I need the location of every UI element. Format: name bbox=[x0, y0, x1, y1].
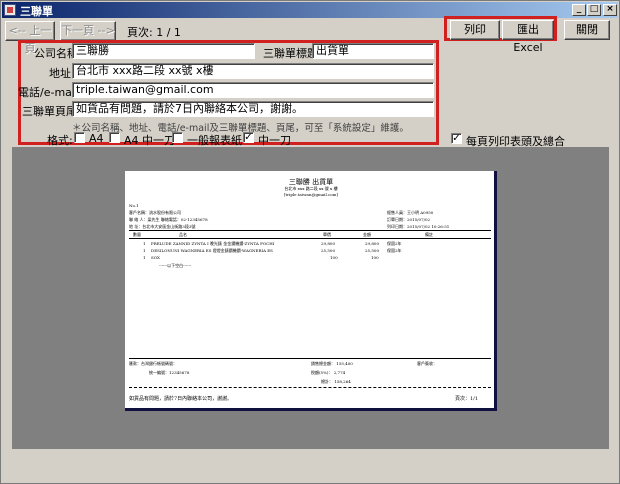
report-footer: 如貨品有問題，請於7日內聯絡本公司，謝謝。 bbox=[129, 396, 233, 402]
report-order-date: 訂單日期：2015/07/02 bbox=[387, 217, 431, 222]
table-row: 1 bbox=[143, 241, 146, 246]
company-name-field[interactable]: 三聯勝 bbox=[72, 43, 255, 59]
table-row: 1 bbox=[143, 255, 146, 260]
print-button[interactable]: 列印 bbox=[450, 20, 500, 40]
table-row: 100 bbox=[330, 255, 338, 260]
table-row: 100 bbox=[371, 255, 379, 260]
table-row: PRELUDE ZANNID ZYNTA I 晚光錶 金金鑽機鑽-ZYNTA F… bbox=[151, 241, 275, 246]
report-total: 總計： 158,264 bbox=[321, 379, 351, 384]
format-half-checkbox[interactable]: ✓ bbox=[243, 132, 254, 143]
report-tax: 稅額(5%)： 2,774 bbox=[311, 370, 346, 375]
next-page-button[interactable]: 下一頁 --> bbox=[60, 21, 116, 41]
minimize-icon[interactable]: _ bbox=[572, 4, 586, 16]
format-report-paper-label: 一般報表紙 bbox=[187, 134, 242, 147]
window-title: 三聯單 bbox=[20, 5, 53, 18]
page-info: 頁次: 1 / 1 bbox=[127, 26, 181, 39]
address-label: 地址: bbox=[49, 67, 75, 80]
format-label: 格式: bbox=[47, 134, 73, 147]
address-field[interactable]: 台北市 xxx路二段 xx號 x樓 bbox=[72, 63, 434, 79]
table-row: 25,500 bbox=[365, 248, 379, 253]
report-subtotal: 銷售總金額： 155,400 bbox=[311, 361, 353, 366]
print-preview-area[interactable]: 三聯勝 出貨單 台北市 xxx 路二段 xx 號 x 樓 [triple.tai… bbox=[12, 147, 609, 449]
table-row: SOX bbox=[151, 255, 160, 260]
report-page: 三聯勝 出貨單 台北市 xxx 路二段 xx 號 x 樓 [triple.tai… bbox=[125, 171, 497, 411]
table-row: 29,800 bbox=[365, 241, 379, 246]
report-remit: 匯款：台灣銀行帳號碼號： bbox=[129, 361, 177, 366]
table-row: 保固2年 bbox=[387, 248, 402, 253]
report-signature: 客戶簽收： bbox=[417, 361, 437, 366]
summary-top-line bbox=[129, 358, 491, 359]
report-customer: 客戶名稱：流水股份有限公司 bbox=[129, 210, 181, 215]
report-email: [triple.taiwan@gmail.com] bbox=[283, 192, 339, 197]
report-salesperson: 經售人員：王小明 A0950 bbox=[387, 210, 434, 215]
table-row: 29,800 bbox=[321, 241, 335, 246]
print-header-checkbox[interactable]: ✓ bbox=[451, 133, 462, 144]
format-a4-checkbox[interactable] bbox=[74, 132, 85, 143]
format-a4-half-label: A4 中一刀 bbox=[124, 134, 176, 147]
table-row: 25,500 bbox=[321, 248, 335, 253]
blank-note: ------以下空白------ bbox=[159, 263, 192, 268]
format-a4-label: A4 bbox=[89, 132, 104, 145]
table-top-line bbox=[129, 230, 491, 231]
table-header-line bbox=[129, 238, 491, 239]
report-tax-id: 統一編號：12345678 bbox=[149, 370, 190, 375]
maximize-icon[interactable]: □ bbox=[587, 4, 601, 16]
phone-email-field[interactable]: triple.taiwan@gmail.com bbox=[72, 82, 434, 98]
table-row: DESILONUNI WAGNERIA ES 燈燈金錶鑽機鑽-WAGNERIA … bbox=[151, 248, 273, 253]
main-window: 三聯單 _ □ × <-- 上一頁 下一頁 --> 頁次: 1 / 1 列印 匯… bbox=[0, 0, 620, 484]
export-excel-button[interactable]: 匯出 Excel bbox=[502, 20, 554, 54]
table-row: 1 bbox=[143, 248, 146, 253]
close-icon[interactable]: × bbox=[603, 4, 617, 16]
report-doc-no: No.1 bbox=[129, 203, 139, 208]
format-report-paper-checkbox[interactable] bbox=[172, 132, 183, 143]
close-button[interactable]: 關閉 bbox=[564, 20, 610, 40]
footer-field[interactable]: 如貨品有問題，請於7日內聯絡本公司，謝謝。 bbox=[72, 101, 434, 117]
prev-page-button[interactable]: <-- 上一頁 bbox=[5, 21, 55, 55]
sheet-title-field[interactable]: 出貨單 bbox=[312, 43, 434, 59]
report-contact: 聯 絡 人：梁先生 聯絡電話：02-12345678 bbox=[129, 217, 208, 222]
app-icon bbox=[4, 4, 16, 16]
format-a4-half-checkbox[interactable] bbox=[109, 132, 120, 143]
summary-bottom-line bbox=[129, 387, 491, 388]
format-half-label: 中一刀 bbox=[258, 134, 291, 147]
table-row: 保固2年 bbox=[387, 241, 402, 246]
report-page-number: 頁次：1/1 bbox=[455, 396, 479, 402]
